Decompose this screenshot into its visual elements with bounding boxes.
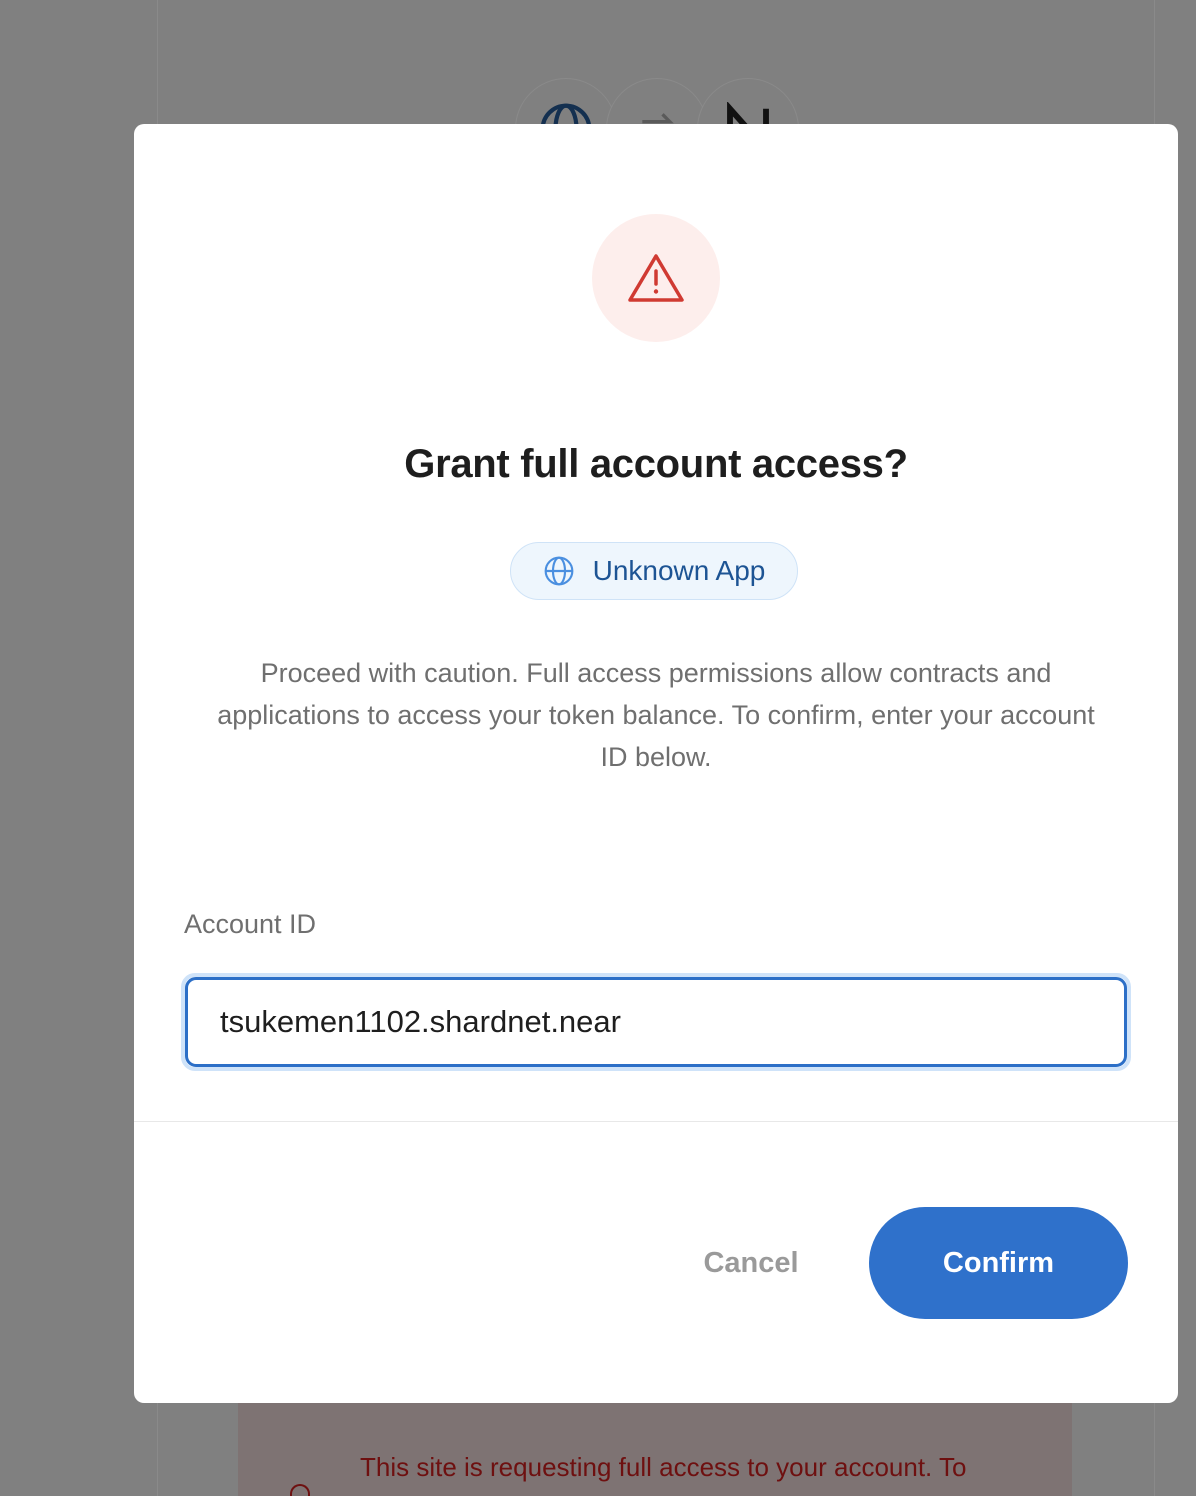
confirm-button[interactable]: Confirm (869, 1207, 1128, 1319)
grant-access-modal: Grant full account access? Unknown App P… (134, 124, 1178, 1403)
modal-title: Grant full account access? (404, 442, 908, 486)
background-warning-text: This site is requesting full access to y… (360, 1452, 967, 1482)
warning-badge (592, 214, 720, 342)
app-badge: Unknown App (510, 542, 798, 600)
globe-icon (544, 556, 573, 586)
account-id-label: Account ID (184, 909, 317, 939)
account-id-focus-ring (181, 973, 1131, 1071)
warning-triangle-icon (628, 254, 684, 302)
app-name: Unknown App (592, 555, 766, 586)
cancel-button[interactable]: Cancel (664, 1207, 838, 1319)
caution-description: Proceed with caution. Full access permis… (217, 658, 1095, 772)
footer-divider (134, 1121, 1178, 1122)
account-id-input[interactable] (185, 977, 1127, 1067)
